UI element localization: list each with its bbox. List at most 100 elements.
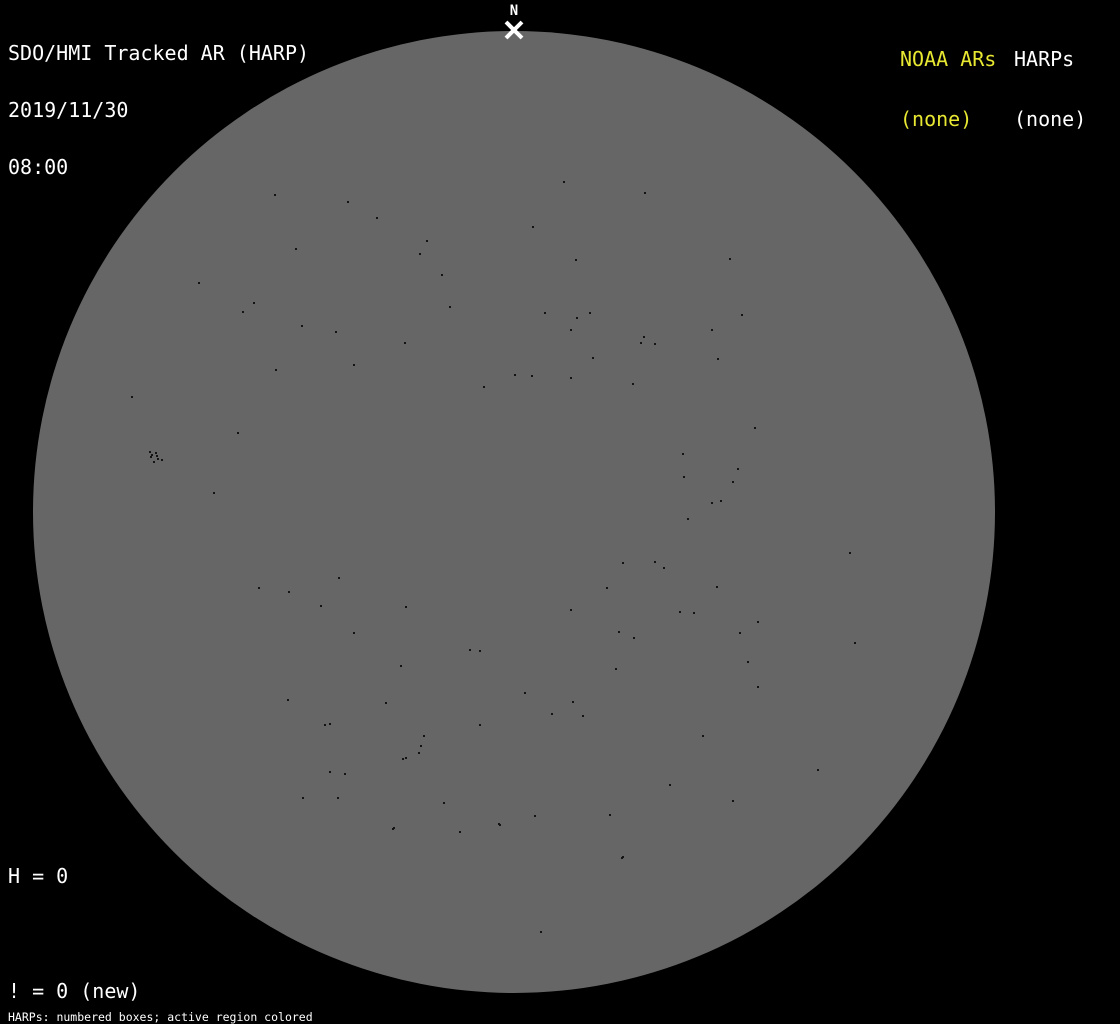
magnetogram-speckle — [469, 649, 471, 651]
magnetogram-speckle — [682, 453, 684, 455]
footer-caption: HARPs: numbered boxes; active region col… — [8, 987, 410, 1024]
magnetogram-speckle — [149, 451, 151, 453]
magnetogram-speckle — [392, 828, 394, 830]
magnetogram-speckle — [729, 258, 731, 260]
magnetogram-speckle — [242, 311, 244, 313]
north-marker: N — [498, 3, 530, 41]
magnetogram-speckle — [155, 452, 157, 454]
magnetogram-speckle — [253, 302, 255, 304]
magnetogram-speckle — [418, 752, 420, 754]
magnetogram-speckle — [534, 815, 536, 817]
magnetogram-speckle — [499, 824, 501, 826]
magnetogram-speckle — [156, 455, 158, 457]
magnetogram-speckle — [633, 637, 635, 639]
magnetogram-speckle — [329, 771, 331, 773]
magnetogram-speckle — [376, 217, 378, 219]
magnetogram-speckle — [609, 814, 611, 816]
magnetogram-speckle — [324, 724, 326, 726]
magnetogram-speckle — [544, 312, 546, 314]
magnetogram-speckle — [632, 383, 634, 385]
page-title: SDO/HMI Tracked AR (HARP) — [8, 41, 310, 65]
magnetogram-speckle — [618, 631, 620, 633]
magnetogram-speckle — [402, 758, 404, 760]
magnetogram-speckle — [150, 456, 152, 458]
magnetogram-speckle — [720, 500, 722, 502]
magnetogram-speckle — [301, 325, 303, 327]
magnetogram-speckle — [347, 201, 349, 203]
magnetogram-speckle — [854, 642, 856, 644]
magnetogram-speckle — [161, 459, 163, 461]
magnetogram-speckle — [423, 735, 425, 737]
magnetogram-speckle — [405, 606, 407, 608]
magnetogram-speckle — [329, 723, 331, 725]
magnetogram-speckle — [693, 612, 695, 614]
magnetogram-speckle — [747, 661, 749, 663]
magnetogram-speckle — [570, 329, 572, 331]
magnetogram-speckle — [592, 357, 594, 359]
magnetogram-speckle — [237, 432, 239, 434]
magnetogram-speckle — [404, 342, 406, 344]
magnetogram-speckle — [576, 317, 578, 319]
magnetogram-speckle — [622, 562, 624, 564]
magnetogram-speckle — [524, 692, 526, 694]
magnetogram-speckle — [295, 248, 297, 250]
magnetogram-speckle — [717, 358, 719, 360]
magnetogram-speckle — [385, 702, 387, 704]
magnetogram-speckle — [589, 312, 591, 314]
magnetogram-speckle — [275, 369, 277, 371]
north-label: N — [509, 3, 519, 19]
magnetogram-speckle — [131, 396, 133, 398]
magnetogram-speckle — [563, 181, 565, 183]
magnetogram-speckle — [615, 668, 617, 670]
magnetogram-speckle — [654, 343, 656, 345]
magnetogram-speckle — [737, 468, 739, 470]
magnetogram-speckle — [532, 226, 534, 228]
footer-line-1: HARPs: numbered boxes; active region col… — [8, 1010, 313, 1024]
magnetogram-speckle — [479, 650, 481, 652]
magnetogram-speckle — [426, 240, 428, 242]
magnetogram-speckle — [669, 784, 671, 786]
magnetogram-speckle — [420, 745, 422, 747]
magnetogram-speckle — [302, 797, 304, 799]
magnetogram-speckle — [732, 481, 734, 483]
magnetogram-speckle — [572, 701, 574, 703]
magnetogram-speckle — [443, 802, 445, 804]
harps-status: HARPs (none) — [1014, 9, 1086, 169]
harp-count-line: H = 0 — [8, 864, 69, 888]
magnetogram-speckle — [514, 374, 516, 376]
magnetogram-speckle — [153, 461, 155, 463]
magnetogram-speckle — [157, 458, 159, 460]
noaa-ars-status: NOAA ARs (none) — [900, 9, 996, 169]
magnetogram-speckle — [287, 699, 289, 701]
magnetogram-speckle — [621, 857, 623, 859]
magnetogram-speckle — [683, 476, 685, 478]
magnetogram-speckle — [849, 552, 851, 554]
magnetogram-speckle — [757, 621, 759, 623]
magnetogram-speckle — [213, 492, 215, 494]
header: SDO/HMI Tracked AR (HARP) 2019/11/30 08:… — [8, 6, 309, 215]
noaa-ars-value: (none) — [900, 107, 973, 131]
magnetogram-speckle — [654, 561, 656, 563]
magnetogram-speckle — [702, 735, 704, 737]
magnetogram-speckle — [441, 274, 443, 276]
harps-value: (none) — [1014, 107, 1087, 131]
noaa-ars-label: NOAA ARs — [900, 47, 997, 71]
magnetogram-speckle — [337, 797, 339, 799]
magnetogram-speckle — [258, 587, 260, 589]
magnetogram-speckle — [459, 831, 461, 833]
magnetogram-speckle — [741, 314, 743, 316]
magnetogram-speckle — [400, 665, 402, 667]
magnetogram-speckle — [687, 518, 689, 520]
magnetogram-speckle — [353, 632, 355, 634]
magnetogram-speckle — [338, 577, 340, 579]
magnetogram-speckle — [663, 567, 665, 569]
magnetogram-speckle — [732, 800, 734, 802]
magnetogram-speckle — [757, 686, 759, 688]
magnetogram-speckle — [711, 329, 713, 331]
magnetogram-speckle — [449, 306, 451, 308]
magnetogram-speckle — [405, 757, 407, 759]
frame-date: 2019/11/30 — [8, 98, 129, 122]
magnetogram-speckle — [344, 773, 346, 775]
magnetogram-speckle — [531, 375, 533, 377]
magnetogram-speckle — [551, 713, 553, 715]
